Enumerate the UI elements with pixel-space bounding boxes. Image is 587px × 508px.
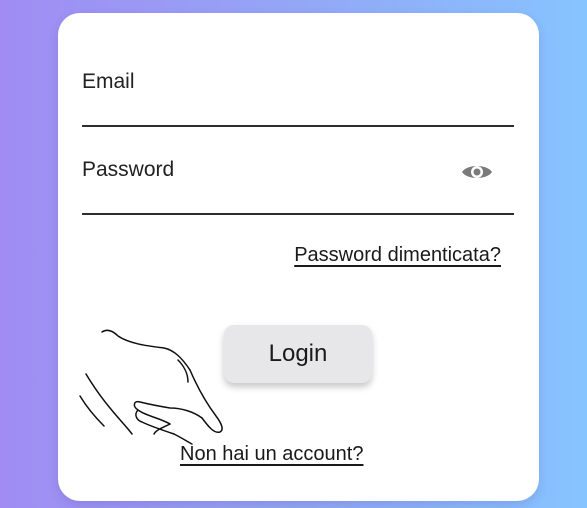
password-input[interactable] xyxy=(82,157,442,183)
eye-icon[interactable] xyxy=(460,161,494,183)
signup-link[interactable]: Non hai un account? xyxy=(180,443,363,466)
forgot-password-link[interactable]: Password dimenticata? xyxy=(294,244,501,267)
login-button[interactable]: Login xyxy=(224,325,372,383)
password-field-container xyxy=(82,153,514,215)
email-input[interactable] xyxy=(82,69,442,95)
email-field-container xyxy=(82,65,514,127)
login-card: Password dimenticata? Login Non hai un a… xyxy=(58,13,539,501)
